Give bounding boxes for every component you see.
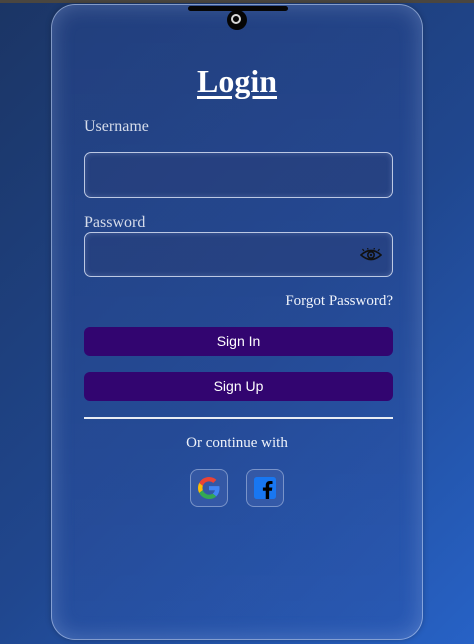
page-title: Login xyxy=(196,63,278,99)
camera-icon xyxy=(227,10,247,30)
window-top-strip xyxy=(0,0,474,3)
forgot-password-link[interactable]: Forgot Password? xyxy=(285,293,393,310)
facebook-login-button[interactable] xyxy=(246,469,284,507)
google-icon xyxy=(198,477,220,499)
facebook-icon xyxy=(254,477,276,499)
sign-up-button[interactable]: Sign Up xyxy=(84,372,393,401)
continue-with-text: Or continue with xyxy=(186,435,288,451)
google-login-button[interactable] xyxy=(190,469,228,507)
eye-icon[interactable] xyxy=(360,248,382,262)
divider xyxy=(84,417,393,419)
password-label: Password xyxy=(84,214,146,231)
sign-in-button[interactable]: Sign In xyxy=(84,327,393,356)
username-field[interactable] xyxy=(84,152,393,198)
username-label: Username xyxy=(84,118,149,135)
password-field[interactable] xyxy=(84,232,393,277)
